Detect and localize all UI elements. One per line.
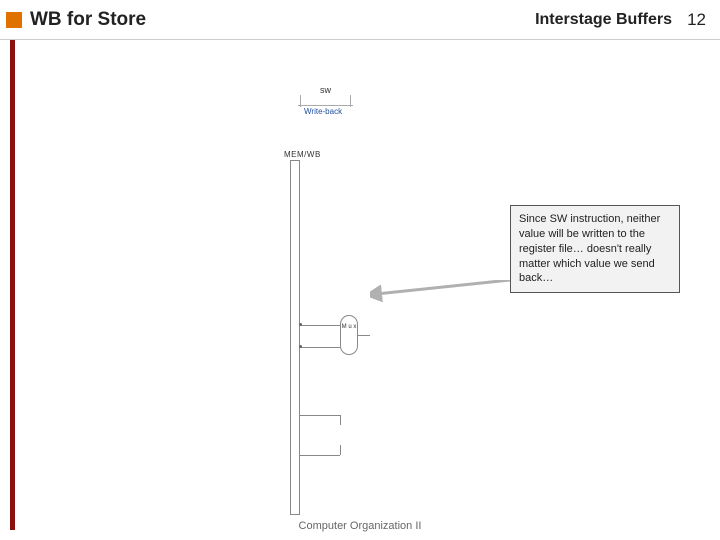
annotation-text: Since SW instruction, neither value will… — [519, 213, 660, 284]
wire — [300, 415, 340, 416]
wire-node — [299, 323, 302, 326]
slide-footer: Computer Organization II — [0, 520, 720, 532]
interstage-buffer — [290, 160, 300, 515]
phase-bar — [298, 105, 353, 106]
phase-label: Write-back — [304, 107, 342, 116]
slide-body: sw Write-back MEM/WB M u x Since SW inst… — [0, 40, 720, 500]
stage-label: sw — [320, 85, 331, 95]
wire — [358, 335, 370, 336]
wire — [340, 415, 341, 425]
annotation-box: Since SW instruction, neither value will… — [510, 205, 680, 293]
buffer-label: MEM/WB — [284, 150, 321, 159]
wire — [300, 325, 340, 326]
wire-node — [299, 345, 302, 348]
header-bullet-icon — [6, 12, 22, 28]
page-number: 12 — [687, 10, 706, 30]
wire — [300, 455, 340, 456]
wire — [340, 445, 341, 455]
mux-block: M u x — [340, 315, 358, 355]
wire — [300, 347, 340, 348]
slide-title: WB for Store — [30, 9, 146, 31]
header-right-label: Interstage Buffers — [535, 11, 672, 29]
pipeline-diagram: sw Write-back MEM/WB M u x — [250, 85, 430, 505]
slide-header: WB for Store Interstage Buffers 12 — [0, 0, 720, 40]
